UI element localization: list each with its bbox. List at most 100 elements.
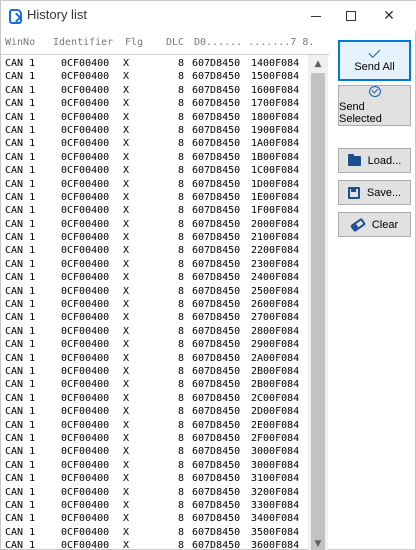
header-dlc: DLC — [166, 37, 185, 48]
title-bar[interactable]: History list ✕ — [1, 1, 416, 31]
list-item[interactable]: CAN 1 0CF00400 X 8 607D8450 3200F084 — [1, 486, 308, 499]
save-label: Save... — [366, 186, 402, 199]
minimize-button[interactable] — [298, 1, 334, 31]
row-data-bytes-0-3: 607D8450 — [192, 272, 241, 284]
list-item[interactable]: CAN 1 0CF00400 X 8 607D8450 1600F084 — [1, 84, 308, 97]
list-item[interactable]: CAN 1 0CF00400 X 8 607D8450 3300F084 — [1, 499, 308, 512]
row-dlc: 8 — [178, 98, 185, 110]
row-flag: X — [123, 379, 130, 391]
send-all-button[interactable]: Send All — [338, 40, 411, 81]
maximize-button[interactable] — [333, 1, 369, 31]
list-item[interactable]: CAN 1 0CF00400 X 8 607D8450 2700F084 — [1, 311, 308, 324]
history-listbox[interactable]: CAN 1 0CF00400 X 8 607D8450 1400F084 CAN 1 0CF0… — [1, 54, 329, 550]
row-identifier: 0CF00400 — [61, 499, 110, 511]
row-data-bytes-0-3: 607D8450 — [192, 379, 241, 391]
row-data-bytes-4-7: 3000F084 — [251, 459, 300, 471]
row-dlc: 8 — [178, 325, 185, 337]
send-selected-button[interactable]: Send Selected — [338, 85, 411, 126]
list-item[interactable]: CAN 1 0CF00400 X 8 607D8450 2500F084 — [1, 285, 308, 298]
list-item[interactable]: CAN 1 0CF00400 X 8 607D8450 2E00F084 — [1, 419, 308, 432]
list-item[interactable]: CAN 1 0CF00400 X 8 607D8450 2400F084 — [1, 271, 308, 284]
row-winno: CAN 1 — [5, 285, 36, 297]
row-dlc: 8 — [178, 379, 185, 391]
check-circle-icon — [368, 86, 381, 97]
scroll-down-arrow-icon[interactable]: ▼ — [308, 537, 328, 550]
row-data-bytes-4-7: 3600F084 — [251, 540, 300, 550]
list-item[interactable]: CAN 1 0CF00400 X 8 607D8450 1500F084 — [1, 70, 308, 83]
row-dlc: 8 — [178, 312, 185, 324]
row-data-bytes-0-3: 607D8450 — [192, 71, 241, 83]
list-item[interactable]: CAN 1 0CF00400 X 8 607D8450 2D00F084 — [1, 405, 308, 418]
load-button[interactable]: Load... — [338, 148, 411, 173]
list-item[interactable]: CAN 1 0CF00400 X 8 607D8450 2200F084 — [1, 244, 308, 257]
row-winno: CAN 1 — [5, 499, 36, 511]
list-item[interactable]: CAN 1 0CF00400 X 8 607D8450 1700F084 — [1, 97, 308, 110]
list-item[interactable]: CAN 1 0CF00400 X 8 607D8450 1C00F084 — [1, 164, 308, 177]
row-winno: CAN 1 — [5, 245, 36, 257]
list-item[interactable]: CAN 1 0CF00400 X 8 607D8450 2800F084 — [1, 325, 308, 338]
list-item[interactable]: CAN 1 0CF00400 X 8 607D8450 2B00F084 — [1, 365, 308, 378]
row-data-bytes-0-3: 607D8450 — [192, 178, 241, 190]
list-item[interactable]: CAN 1 0CF00400 X 8 607D8450 2600F084 — [1, 298, 308, 311]
vertical-scrollbar[interactable]: ▲ ▼ — [308, 55, 328, 550]
row-dlc: 8 — [178, 58, 185, 69]
row-data-bytes-4-7: 3300F084 — [251, 499, 300, 511]
list-item[interactable]: CAN 1 0CF00400 X 8 607D8450 2300F084 — [1, 258, 308, 271]
row-identifier: 0CF00400 — [61, 84, 110, 96]
row-flag: X — [123, 178, 130, 190]
list-item[interactable]: CAN 1 0CF00400 X 8 607D8450 1D00F084 — [1, 178, 308, 191]
list-item[interactable]: CAN 1 0CF00400 X 8 607D8450 3400F084 — [1, 512, 308, 525]
row-identifier: 0CF00400 — [61, 446, 110, 458]
row-data-bytes-0-3: 607D8450 — [192, 365, 241, 377]
list-item[interactable]: CAN 1 0CF00400 X 8 607D8450 1E00F084 — [1, 191, 308, 204]
list-item[interactable]: CAN 1 0CF00400 X 8 607D8450 2000F084 — [1, 218, 308, 231]
history-list-window: History list ✕ WinNo Identifier Flg DLC … — [0, 0, 416, 550]
window-title: History list — [27, 7, 87, 22]
row-data-bytes-0-3: 607D8450 — [192, 124, 241, 136]
row-identifier: 0CF00400 — [61, 71, 110, 83]
row-identifier: 0CF00400 — [61, 218, 110, 230]
list-item[interactable]: CAN 1 0CF00400 X 8 607D8450 2C00F084 — [1, 392, 308, 405]
list-item[interactable]: CAN 1 0CF00400 X 8 607D8450 1400F084 — [1, 57, 308, 70]
row-identifier: 0CF00400 — [61, 392, 110, 404]
row-winno: CAN 1 — [5, 98, 36, 110]
row-data-bytes-0-3: 607D8450 — [192, 459, 241, 471]
row-identifier: 0CF00400 — [61, 138, 110, 150]
row-dlc: 8 — [178, 299, 185, 311]
scroll-up-arrow-icon[interactable]: ▲ — [308, 57, 328, 71]
list-item[interactable]: CAN 1 0CF00400 X 8 607D8450 2F00F084 — [1, 432, 308, 445]
list-item[interactable]: CAN 1 0CF00400 X 8 607D8450 2900F084 — [1, 338, 308, 351]
list-item[interactable]: CAN 1 0CF00400 X 8 607D8450 1800F084 — [1, 111, 308, 124]
row-identifier: 0CF00400 — [61, 473, 110, 485]
row-winno: CAN 1 — [5, 486, 36, 498]
row-identifier: 0CF00400 — [61, 540, 110, 550]
list-item[interactable]: CAN 1 0CF00400 X 8 607D8450 1900F084 — [1, 124, 308, 137]
list-item[interactable]: CAN 1 0CF00400 X 8 607D8450 3600F084 — [1, 539, 308, 550]
clear-button[interactable]: Clear — [338, 212, 411, 237]
list-item[interactable]: CAN 1 0CF00400 X 8 607D8450 2A00F084 — [1, 352, 308, 365]
row-data-bytes-4-7: 1B00F084 — [251, 151, 300, 163]
list-item[interactable]: CAN 1 0CF00400 X 8 607D8450 3100F084 — [1, 472, 308, 485]
list-item[interactable]: CAN 1 0CF00400 X 8 607D8450 2B00F084 — [1, 378, 308, 391]
clear-label: Clear — [371, 218, 399, 231]
row-data-bytes-4-7: 3000F084 — [251, 446, 300, 458]
save-button[interactable]: Save... — [338, 180, 411, 205]
row-data-bytes-0-3: 607D8450 — [192, 98, 241, 110]
list-item[interactable]: CAN 1 0CF00400 X 8 607D8450 1F00F084 — [1, 204, 308, 217]
row-identifier: 0CF00400 — [61, 151, 110, 163]
list-item[interactable]: CAN 1 0CF00400 X 8 607D8450 3000F084 — [1, 459, 308, 472]
list-item[interactable]: CAN 1 0CF00400 X 8 607D8450 1A00F084 — [1, 137, 308, 150]
list-item[interactable]: CAN 1 0CF00400 X 8 607D8450 1B00F084 — [1, 151, 308, 164]
row-dlc: 8 — [178, 419, 185, 431]
row-identifier: 0CF00400 — [61, 406, 110, 418]
list-item[interactable]: CAN 1 0CF00400 X 8 607D8450 3000F084 — [1, 445, 308, 458]
scrollbar-thumb[interactable] — [311, 73, 325, 550]
row-data-bytes-4-7: 2400F084 — [251, 272, 300, 284]
list-item[interactable]: CAN 1 0CF00400 X 8 607D8450 2100F084 — [1, 231, 308, 244]
close-button[interactable]: ✕ — [371, 1, 407, 31]
row-dlc: 8 — [178, 258, 185, 270]
row-flag: X — [123, 98, 130, 110]
row-flag: X — [123, 419, 130, 431]
row-winno: CAN 1 — [5, 111, 36, 123]
list-item[interactable]: CAN 1 0CF00400 X 8 607D8450 3500F084 — [1, 526, 308, 539]
